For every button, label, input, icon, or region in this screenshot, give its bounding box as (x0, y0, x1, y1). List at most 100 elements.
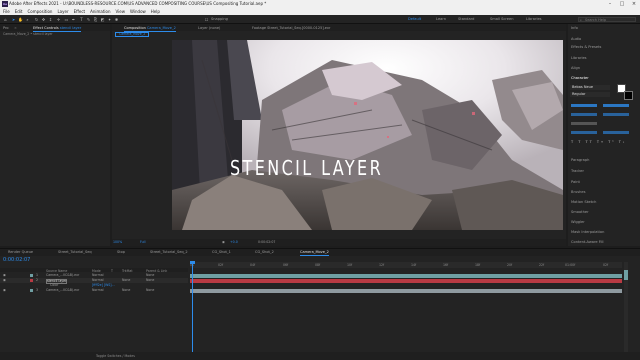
tab-footage[interactable]: Footage Street_Tutorial_Seq.[0000-0125].… (252, 26, 330, 30)
pen-tool-icon[interactable]: ✒ (71, 17, 76, 22)
font-style-select[interactable]: Regular (570, 92, 610, 97)
playhead[interactable] (192, 262, 193, 352)
current-time-display[interactable]: 0:00:02:07 (3, 257, 30, 263)
col-source-name[interactable]: Source Name (46, 269, 67, 273)
layer-name[interactable]: Camera_...IIC&B).exr (46, 288, 79, 293)
tracking-field[interactable] (603, 113, 629, 116)
col-t[interactable]: T (111, 269, 113, 273)
tab-render-queue[interactable]: Render Queue (8, 250, 33, 254)
composition-viewer[interactable]: STENCIL LAYER (172, 40, 563, 230)
puppet-tool-icon[interactable]: ✱ (114, 17, 119, 22)
search-help-input[interactable]: ⌕ Search Help (578, 17, 636, 22)
panel-brushes[interactable]: Brushes (571, 190, 585, 194)
font-family-select[interactable]: Bebas Neue (570, 85, 610, 90)
horizontal-scale-field[interactable] (603, 131, 629, 134)
comp-breadcrumb[interactable]: Camera_Move_2 (115, 31, 150, 37)
label-color-chip[interactable] (30, 279, 33, 282)
layer-bar-3[interactable] (190, 289, 622, 293)
panel-character[interactable]: Character (571, 76, 589, 80)
hand-tool-icon[interactable]: ✋ (18, 17, 23, 22)
stroke-color-swatch[interactable] (624, 91, 633, 100)
selection-tool-icon[interactable]: ➤ (11, 17, 16, 22)
roto-brush-icon[interactable]: ✦ (107, 17, 112, 22)
menu-file[interactable]: File (3, 8, 10, 15)
exposure-value[interactable]: +0.0 (230, 240, 238, 244)
panel-libraries[interactable]: Libraries (571, 56, 587, 60)
tab-composition[interactable]: Composition Camera_Move_2 (124, 26, 176, 32)
toggle-switches-modes[interactable]: Toggle Switches / Modes (96, 354, 135, 358)
vertical-scale-field[interactable] (571, 131, 597, 134)
menu-animation[interactable]: Animation (90, 8, 110, 15)
rectangle-tool-icon[interactable]: ▭ (64, 17, 69, 22)
tab-street-tutorial-seq[interactable]: Street_Tutorial_Seq (58, 250, 92, 254)
workspace-libraries[interactable]: Libraries (526, 17, 542, 21)
panel-effects-presets[interactable]: Effects & Presets (571, 45, 601, 49)
layer-mode[interactable]: Normal (92, 288, 104, 293)
zoom-level[interactable]: 100% (113, 240, 122, 244)
panel-info[interactable]: Info (571, 26, 578, 30)
leading-field[interactable] (603, 104, 629, 107)
zoom-tool-icon[interactable]: ⌕ (25, 17, 30, 22)
anchor-tool-icon[interactable]: ✛ (56, 17, 61, 22)
label-color-chip[interactable] (30, 289, 33, 292)
layer-bar-2[interactable] (190, 279, 622, 283)
tab-layer[interactable]: Layer (none) (198, 26, 220, 30)
home-icon[interactable]: ⌂ (3, 17, 8, 22)
dolly-tool-icon[interactable]: ↕ (48, 17, 53, 22)
workspace-standard[interactable]: Standard (458, 17, 474, 21)
kerning-field[interactable] (571, 113, 597, 116)
workspace-small-screen[interactable]: Small Screen (490, 17, 513, 21)
tab-project[interactable]: Pro (3, 26, 9, 30)
visibility-eye-icon[interactable]: ◉ (3, 288, 6, 293)
tab-cg-shot-2[interactable]: CG_Shot_2 (255, 250, 274, 254)
tab-close-icon[interactable]: × (14, 26, 17, 30)
panel-paint[interactable]: Paint (571, 180, 580, 184)
tab-street-tutorial-seq-2[interactable]: Street_Tutorial_Seq_2 (150, 250, 188, 254)
menu-help[interactable]: Help (151, 8, 160, 15)
panel-content-aware-fill[interactable]: Content-Aware Fill (571, 240, 604, 244)
menu-edit[interactable]: Edit (15, 8, 23, 15)
menu-composition[interactable]: Composition (27, 8, 52, 15)
tab-cg-shot-1[interactable]: CG_Shot_1 (212, 250, 231, 254)
clone-tool-icon[interactable]: ⎘ (93, 17, 98, 22)
timeline-scroll-thumb[interactable] (624, 270, 628, 280)
menu-layer[interactable]: Layer (57, 8, 68, 15)
camera-icon[interactable]: ◉ (222, 240, 225, 244)
col-parent[interactable]: Parent & Link (146, 269, 167, 273)
panel-audio[interactable]: Audio (571, 37, 581, 41)
playhead-handle[interactable] (190, 261, 195, 264)
tab-camera-move-2[interactable]: Camera_Move_2 (300, 250, 329, 256)
viewer-timecode[interactable]: 0:00:02:07 (258, 240, 275, 244)
type-tool-icon[interactable]: T (79, 17, 84, 22)
menu-effect[interactable]: Effect (74, 8, 86, 15)
tab-effect-controls[interactable]: Effect Controls stencil layer (33, 26, 82, 32)
panel-wiggler[interactable]: Wiggler (571, 220, 585, 224)
brush-tool-icon[interactable]: ✎ (86, 17, 91, 22)
panel-tracker[interactable]: Tracker (571, 169, 584, 173)
pan-tool-icon[interactable]: ✥ (41, 17, 46, 22)
menu-view[interactable]: View (116, 8, 126, 15)
resolution-select[interactable]: Full (140, 240, 145, 244)
panel-paragraph[interactable]: Paragraph (571, 158, 589, 162)
panel-align[interactable]: Align (571, 66, 580, 70)
panel-motion-sketch[interactable]: Motion Sketch (571, 200, 596, 204)
stencil-layer-text[interactable]: STENCIL LAYER (230, 156, 383, 180)
workspace-default[interactable]: Default (408, 17, 421, 21)
tab-stop[interactable]: Stop (117, 250, 125, 254)
close-icon[interactable]: × (628, 0, 640, 8)
col-trkmat[interactable]: TrkMat (122, 269, 133, 273)
text-style-buttons[interactable]: T T TT Tт T¹ T₁ (571, 140, 631, 144)
layer-trkmat[interactable]: None (122, 288, 130, 293)
menu-window[interactable]: Window (130, 8, 146, 15)
stroke-width-field[interactable] (571, 122, 597, 125)
panel-smoother[interactable]: Smoother (571, 210, 589, 214)
layer-row-3[interactable]: ◉ 3 Camera_...IIC&B).exr Normal None Non… (0, 288, 188, 293)
snapping-checkbox[interactable]: ☐ (204, 17, 209, 22)
workspace-learn[interactable]: Learn (436, 17, 446, 21)
layer-bar-1[interactable] (190, 274, 622, 278)
layer-parent[interactable]: None (146, 288, 154, 293)
font-size-field[interactable] (571, 104, 597, 107)
orbit-tool-icon[interactable]: ↻ (34, 17, 39, 22)
panel-mask-interpolation[interactable]: Mask Interpolation (571, 230, 604, 234)
label-color-chip[interactable] (30, 274, 33, 277)
